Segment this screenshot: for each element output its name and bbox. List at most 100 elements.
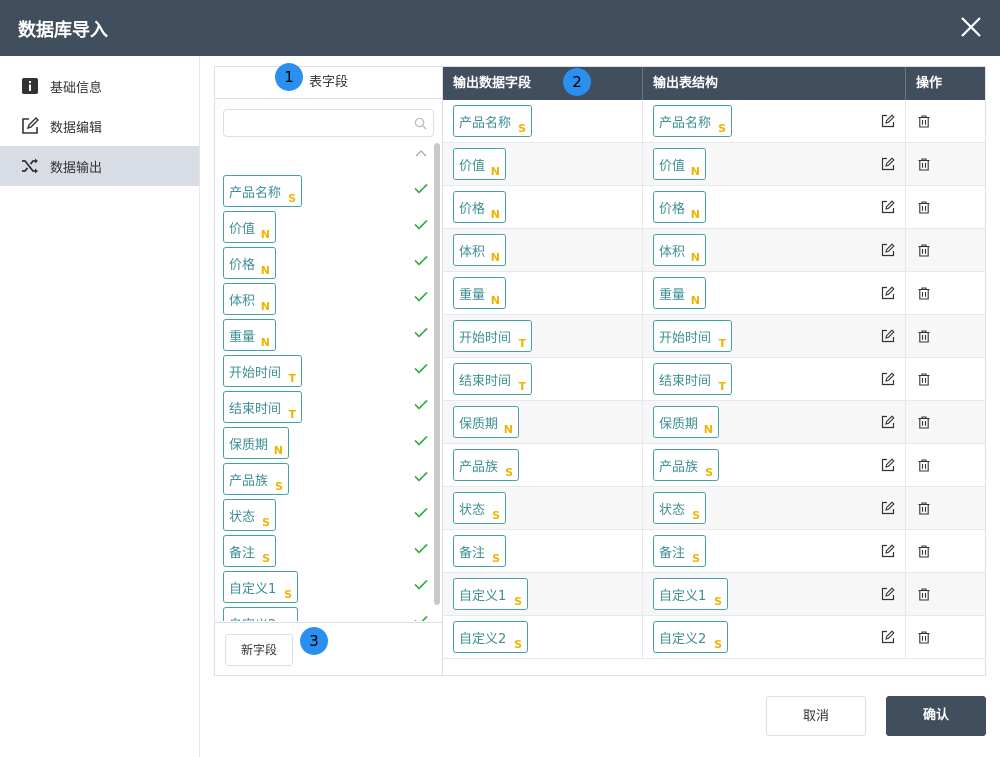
field-list-item[interactable]: 价值 N — [223, 211, 428, 243]
output-field-tag[interactable]: 产品族 S — [453, 449, 519, 481]
delete-icon[interactable] — [918, 502, 930, 515]
field-name: 自定义1 — [229, 582, 277, 597]
output-field-tag[interactable]: 价格 N — [453, 191, 506, 223]
field-tag[interactable]: 开始时间 T — [223, 355, 302, 387]
field-tag[interactable]: 价值 N — [223, 211, 276, 243]
output-field-cell: 体积 N — [443, 229, 643, 272]
field-name: 体积 — [459, 245, 486, 260]
edit-icon[interactable] — [881, 157, 895, 171]
edit-icon[interactable] — [881, 501, 895, 515]
output-structure-tag[interactable]: 重量 N — [653, 277, 706, 309]
field-list-item[interactable]: 结束时间 T — [223, 391, 428, 423]
output-field-tag[interactable]: 自定义2 S — [453, 621, 528, 653]
output-field-tag[interactable]: 重量 N — [453, 277, 506, 309]
output-structure-tag[interactable]: 备注 S — [653, 535, 706, 567]
output-field-tag[interactable]: 保质期 N — [453, 406, 519, 438]
delete-icon[interactable] — [918, 244, 930, 257]
field-name: 价格 — [229, 258, 256, 273]
edit-icon[interactable] — [881, 544, 895, 558]
field-list-item[interactable]: 自定义2S — [223, 607, 428, 621]
field-list-item[interactable]: 备注 S — [223, 535, 428, 567]
field-name: 产品名称 — [659, 116, 712, 131]
field-tag[interactable]: 状态 S — [223, 499, 276, 531]
delete-icon[interactable] — [918, 545, 930, 558]
delete-icon[interactable] — [918, 631, 930, 644]
edit-icon[interactable] — [881, 286, 895, 300]
field-list-item[interactable]: 价格 N — [223, 247, 428, 279]
field-tag[interactable]: 保质期 N — [223, 427, 289, 459]
new-field-button[interactable]: 新字段 — [225, 634, 293, 666]
edit-icon[interactable] — [881, 372, 895, 386]
output-structure-tag[interactable]: 价格 N — [653, 191, 706, 223]
table-row: 备注 S 备注 S — [443, 530, 985, 573]
sidebar-item-data-edit[interactable]: 数据编辑 — [0, 106, 199, 146]
field-tag[interactable]: 产品名称 S — [223, 175, 302, 207]
confirm-button[interactable]: 确认 — [886, 696, 986, 736]
scrollbar[interactable] — [434, 143, 440, 605]
edit-icon[interactable] — [881, 200, 895, 214]
output-structure-tag[interactable]: 自定义1 S — [653, 578, 728, 610]
sidebar-item-data-output[interactable]: 数据输出 — [0, 146, 199, 186]
chevron-up-icon[interactable] — [415, 149, 427, 157]
output-field-tag[interactable]: 结束时间 T — [453, 363, 532, 395]
delete-icon[interactable] — [918, 287, 930, 300]
field-list-item[interactable]: 保质期 N — [223, 427, 428, 459]
field-tag[interactable]: 产品族 S — [223, 463, 289, 495]
field-list-item[interactable]: 产品族 S — [223, 463, 428, 495]
field-name: 结束时间 — [229, 402, 282, 417]
field-tag[interactable]: 重量 N — [223, 319, 276, 351]
output-field-tag[interactable]: 开始时间 T — [453, 320, 532, 352]
delete-icon[interactable] — [918, 373, 930, 386]
delete-icon[interactable] — [918, 416, 930, 429]
field-list-item[interactable]: 自定义1 S — [223, 571, 428, 603]
field-list-item[interactable]: 产品名称 S — [223, 175, 428, 207]
sidebar-item-basic-info[interactable]: 基础信息 — [0, 66, 199, 106]
field-type-letter: N — [260, 336, 270, 349]
output-structure-tag[interactable]: 开始时间 T — [653, 320, 732, 352]
delete-icon[interactable] — [918, 158, 930, 171]
delete-icon[interactable] — [918, 115, 930, 128]
edit-icon[interactable] — [881, 114, 895, 128]
edit-icon[interactable] — [881, 458, 895, 472]
field-tag[interactable]: 结束时间 T — [223, 391, 302, 423]
output-field-tag[interactable]: 价值 N — [453, 148, 506, 180]
output-field-tag[interactable]: 备注 S — [453, 535, 506, 567]
field-tag[interactable]: 体积 N — [223, 283, 276, 315]
delete-icon[interactable] — [918, 201, 930, 214]
field-list-item[interactable]: 重量 N — [223, 319, 428, 351]
output-field-tag[interactable]: 状态 S — [453, 492, 506, 524]
edit-icon[interactable] — [881, 630, 895, 644]
field-list-item[interactable]: 状态 S — [223, 499, 428, 531]
output-structure-tag[interactable]: 结束时间 T — [653, 363, 732, 395]
table-row: 结束时间 T 结束时间 T — [443, 358, 985, 401]
field-tag[interactable]: 自定义1 S — [223, 571, 298, 603]
field-tag[interactable]: 备注 S — [223, 535, 276, 567]
output-structure-tag[interactable]: 自定义2 S — [653, 621, 728, 653]
field-list-item[interactable]: 体积 N — [223, 283, 428, 315]
delete-icon[interactable] — [918, 330, 930, 343]
output-structure-tag[interactable]: 产品族 S — [653, 449, 719, 481]
output-structure-tag[interactable]: 价值 N — [653, 148, 706, 180]
field-list-item[interactable]: 开始时间 T — [223, 355, 428, 387]
close-icon[interactable] — [960, 16, 982, 38]
output-structure-tag[interactable]: 体积 N — [653, 234, 706, 266]
field-tag[interactable]: 自定义2S — [223, 607, 298, 621]
output-structure-tag[interactable]: 状态 S — [653, 492, 706, 524]
edit-icon[interactable] — [881, 587, 895, 601]
field-type-letter: T — [288, 372, 296, 385]
delete-icon[interactable] — [918, 588, 930, 601]
output-field-tag[interactable]: 产品名称 S — [453, 105, 532, 137]
field-name: 备注 — [659, 546, 686, 561]
edit-icon[interactable] — [881, 415, 895, 429]
output-structure-tag[interactable]: 保质期 N — [653, 406, 719, 438]
field-tag[interactable]: 价格 N — [223, 247, 276, 279]
edit-icon[interactable] — [881, 243, 895, 257]
search-input[interactable] — [223, 109, 434, 137]
delete-icon[interactable] — [918, 459, 930, 472]
output-structure-tag[interactable]: 产品名称 S — [653, 105, 732, 137]
edit-icon[interactable] — [881, 329, 895, 343]
output-field-tag[interactable]: 自定义1 S — [453, 578, 528, 610]
output-field-tag[interactable]: 体积 N — [453, 234, 506, 266]
cancel-button[interactable]: 取消 — [766, 696, 866, 736]
actions-cell — [906, 487, 985, 530]
